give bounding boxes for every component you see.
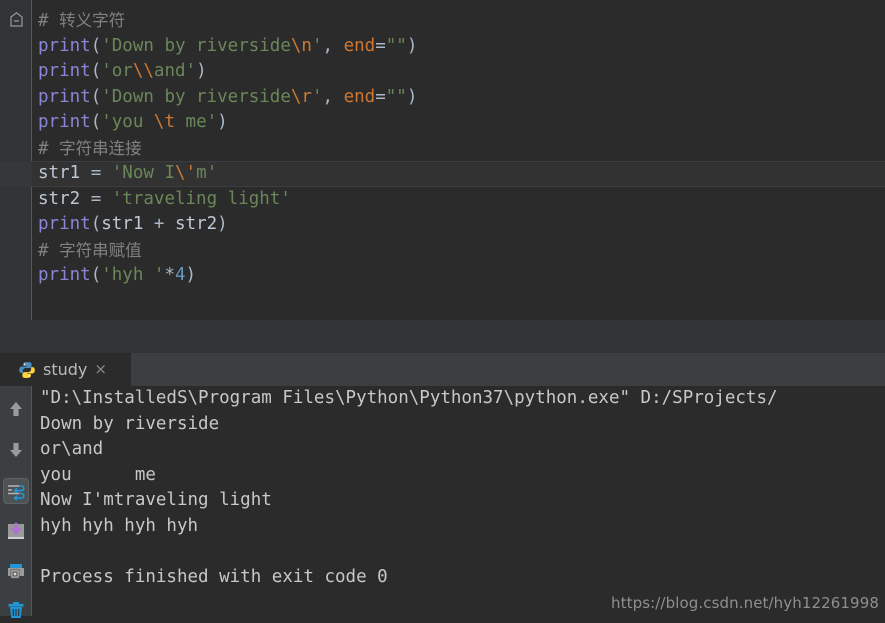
code-token: \n: [291, 36, 312, 56]
code-token: =: [375, 87, 386, 107]
code-token: print: [38, 36, 91, 56]
code-line[interactable]: print('hyh '*4): [32, 263, 885, 289]
code-token: print: [38, 265, 91, 285]
clear-all-trash-icon[interactable]: [3, 597, 29, 623]
code-token: str2: [38, 189, 91, 209]
code-token: \r: [291, 87, 312, 107]
print-icon[interactable]: [3, 559, 29, 585]
code-token: ,: [323, 87, 344, 107]
console-line: Down by riverside: [40, 412, 885, 438]
code-line[interactable]: str1 = 'Now I\'m': [32, 161, 885, 187]
run-tab-bar: study ×: [0, 353, 885, 386]
pycharm-window: # 转义字符print('Down by riverside\n', end="…: [0, 0, 885, 616]
code-token: #: [38, 11, 59, 31]
code-line[interactable]: print('or\\and'): [32, 59, 885, 85]
code-token: #: [38, 241, 59, 261]
code-token: \\: [133, 61, 154, 81]
rerun-up-arrow-icon[interactable]: [3, 396, 29, 422]
console-output[interactable]: "D:\InstalledS\Program Files\Python\Pyth…: [40, 386, 885, 590]
code-token: str1: [38, 163, 91, 183]
console-line: you me: [40, 463, 885, 489]
code-token: =: [91, 189, 112, 209]
code-token: (: [91, 265, 102, 285]
watermark-url: https://blog.csdn.net/hyh12261998: [611, 594, 879, 612]
console-toolbar: [0, 386, 31, 616]
code-token: ): [196, 61, 207, 81]
code-token: \t: [154, 112, 175, 132]
code-line[interactable]: print('you \t me'): [32, 110, 885, 136]
code-token: m': [196, 163, 217, 183]
code-token: ,: [323, 36, 344, 56]
run-tab-label: study: [43, 360, 87, 379]
code-token: ): [217, 214, 228, 234]
soft-wrap-icon[interactable]: [3, 478, 29, 504]
code-token: +: [154, 214, 175, 234]
code-token: print: [38, 87, 91, 107]
code-token: \': [175, 163, 196, 183]
code-token: (: [91, 214, 102, 234]
code-token: =: [375, 36, 386, 56]
code-token: #: [38, 139, 59, 159]
code-token: 字符串连接: [59, 139, 142, 158]
fold-minus-icon[interactable]: [10, 12, 23, 27]
editor-panel-splitter[interactable]: [0, 320, 885, 353]
code-token: ): [407, 36, 418, 56]
code-token: 'hyh ': [101, 265, 164, 285]
code-token: me': [175, 112, 217, 132]
code-token: 'traveling light': [112, 189, 291, 209]
console-line: Now I'mtraveling light: [40, 488, 885, 514]
code-token: 字符串赋值: [59, 241, 142, 260]
code-token: ): [407, 87, 418, 107]
console-line: "D:\InstalledS\Program Files\Python\Pyth…: [40, 386, 885, 412]
code-line[interactable]: print('Down by riverside\n', end=""): [32, 34, 885, 60]
code-token: print: [38, 214, 91, 234]
code-token: end: [344, 87, 376, 107]
console-line: hyh hyh hyh hyh: [40, 514, 885, 540]
code-token: 'Down by riverside: [101, 87, 291, 107]
editor-gutter[interactable]: [0, 0, 31, 320]
console-line: or\and: [40, 437, 885, 463]
console-line: [40, 539, 885, 565]
code-line[interactable]: # 转义字符: [32, 8, 885, 34]
scroll-to-end-icon[interactable]: [3, 518, 29, 544]
code-line[interactable]: print('Down by riverside\r', end=""): [32, 85, 885, 111]
code-token: "": [386, 87, 407, 107]
code-token: (: [91, 87, 102, 107]
code-token: str1: [101, 214, 154, 234]
run-tab-study[interactable]: study ×: [0, 353, 131, 386]
code-token: "": [386, 36, 407, 56]
code-line[interactable]: # 字符串赋值: [32, 238, 885, 264]
code-editor[interactable]: # 转义字符print('Down by riverside\n', end="…: [0, 0, 885, 320]
code-token: (: [91, 112, 102, 132]
close-icon[interactable]: ×: [94, 362, 107, 377]
code-token: (: [91, 61, 102, 81]
code-token: print: [38, 61, 91, 81]
python-logo-icon: [18, 361, 36, 379]
code-token: *: [164, 265, 175, 285]
code-token: 'Down by riverside: [101, 36, 291, 56]
code-token: 'or: [101, 61, 133, 81]
code-line[interactable]: # 字符串连接: [32, 136, 885, 162]
code-token: ): [186, 265, 197, 285]
code-token: ': [312, 36, 323, 56]
run-tool-window: study × "D:\InstalledS\Program Files\Pyt…: [0, 353, 885, 616]
code-token: end: [344, 36, 376, 56]
code-line[interactable]: print(str1 + str2): [32, 212, 885, 238]
code-lines[interactable]: # 转义字符print('Down by riverside\n', end="…: [32, 8, 885, 289]
down-arrow-icon[interactable]: [3, 437, 29, 463]
code-token: 转义字符: [59, 11, 125, 30]
code-token: str2: [175, 214, 217, 234]
code-token: 'Now I: [112, 163, 175, 183]
code-token: (: [91, 36, 102, 56]
code-token: print: [38, 112, 91, 132]
code-token: =: [91, 163, 112, 183]
console-line: Process finished with exit code 0: [40, 565, 885, 591]
console-separator: [31, 386, 32, 616]
code-token: 4: [175, 265, 186, 285]
code-token: and': [154, 61, 196, 81]
code-line[interactable]: str2 = 'traveling light': [32, 187, 885, 213]
code-token: 'you: [101, 112, 154, 132]
code-token: ': [312, 87, 323, 107]
code-token: ): [217, 112, 228, 132]
